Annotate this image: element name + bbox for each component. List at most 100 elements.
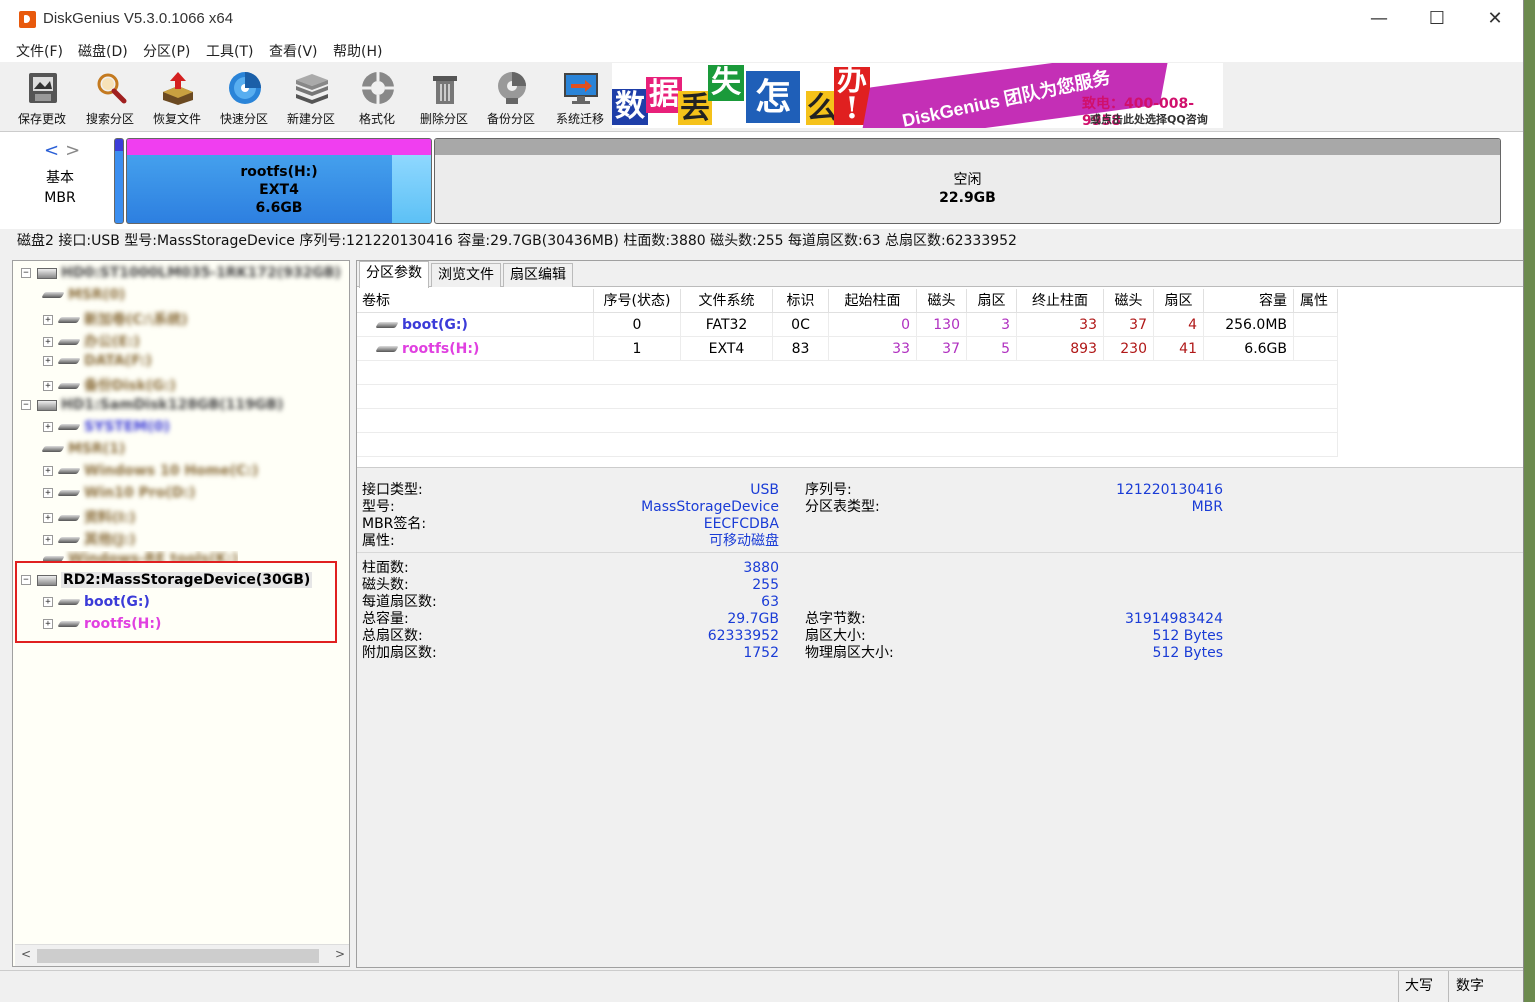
backup-partition-label: 备份分区 bbox=[486, 112, 535, 126]
format-label: 格式化 bbox=[358, 112, 395, 126]
partition-icon bbox=[57, 621, 81, 627]
rootfs-segment-size: 6.6GB bbox=[255, 200, 303, 216]
label-total-sectors: 总扇区数: bbox=[362, 628, 423, 644]
label-extra-sectors: 附加扇区数: bbox=[362, 645, 437, 661]
col-size[interactable]: 容量 bbox=[1204, 289, 1294, 313]
scrollbar-thumb[interactable] bbox=[37, 949, 319, 963]
menu-partition[interactable]: 分区(P) bbox=[143, 41, 190, 61]
menu-disk[interactable]: 磁盘(D) bbox=[78, 41, 128, 61]
save-changes-button[interactable]: 保存更改 bbox=[9, 66, 75, 128]
menu-tools[interactable]: 工具(T) bbox=[206, 41, 253, 61]
tree-disk0-part-1[interactable]: + 新加卷(C:\系统) bbox=[43, 309, 188, 329]
tree-disk2-part-boot[interactable]: + boot(G:) bbox=[43, 594, 150, 614]
col-attr[interactable]: 属性 bbox=[1294, 289, 1338, 313]
menu-file[interactable]: 文件(F) bbox=[16, 41, 63, 61]
tree-disk0[interactable]: − HD0:ST1000LM035-1RK172(932GB) bbox=[21, 265, 341, 285]
scroll-right-icon[interactable]: > bbox=[335, 947, 345, 961]
table-row[interactable]: rootfs(H:) bbox=[357, 337, 594, 361]
menu-help[interactable]: 帮助(H) bbox=[333, 41, 382, 61]
tab-partition-params[interactable]: 分区参数 bbox=[359, 261, 429, 288]
next-disk-icon[interactable]: > bbox=[65, 140, 80, 161]
backup-icon bbox=[498, 72, 526, 104]
tree-disk1-part-3[interactable]: + Win10 Pro(D:) bbox=[43, 485, 195, 505]
expand-icon[interactable]: + bbox=[43, 337, 53, 347]
collapse-icon[interactable]: − bbox=[21, 400, 31, 410]
quick-partition-button[interactable]: 快速分区 bbox=[211, 66, 277, 128]
partition-icon bbox=[57, 537, 81, 543]
value-model: MassStorageDevice bbox=[641, 499, 779, 515]
tree-disk0-part-0[interactable]: MSR(0) bbox=[41, 287, 125, 307]
support-banner[interactable]: 数 据 丢 失 怎 么 办! DiskGenius 团队为您服务 致电：400-… bbox=[612, 63, 1223, 128]
system-migration-button[interactable]: 系统迁移 bbox=[547, 66, 613, 128]
close-button[interactable]: ✕ bbox=[1472, 4, 1518, 34]
partition-table: 卷标 序号(状态) 文件系统 标识 起始柱面 磁头 扇区 终止柱面 磁头 扇区 … bbox=[357, 289, 1523, 467]
boot-partition-segment[interactable] bbox=[114, 138, 124, 224]
row-rootfs-end-cyl: 893 bbox=[1017, 337, 1104, 361]
expand-icon[interactable]: + bbox=[43, 466, 53, 476]
col-start-head[interactable]: 磁头 bbox=[917, 289, 967, 313]
partition-icon bbox=[57, 424, 81, 430]
tree-disk0-part-2[interactable]: + 办公(E:) bbox=[43, 331, 140, 351]
tab-browse-files[interactable]: 浏览文件 bbox=[431, 263, 501, 287]
minimize-button[interactable]: — bbox=[1356, 4, 1402, 34]
expand-icon[interactable]: + bbox=[43, 513, 53, 523]
tree-disk1[interactable]: − HD1:SamDisk128GB(119GB) bbox=[21, 397, 283, 417]
banner-qq-link[interactable]: 或点击此处选择QQ咨询 bbox=[1090, 111, 1208, 127]
col-index[interactable]: 序号(状态) bbox=[594, 289, 681, 313]
value-mbr-signature: EECFCDBA bbox=[703, 516, 779, 532]
collapse-icon[interactable]: − bbox=[21, 268, 31, 278]
disk-tree-pane: − HD0:ST1000LM035-1RK172(932GB) MSR(0) + 新… bbox=[12, 260, 350, 967]
empty-row bbox=[357, 385, 1338, 409]
new-partition-button[interactable]: 新建分区 bbox=[278, 66, 344, 128]
table-row[interactable]: boot(G:) bbox=[357, 313, 594, 337]
tree-disk1-part-5[interactable]: + 其他(J:) bbox=[43, 529, 136, 549]
banner-char-3: 丢 bbox=[678, 91, 712, 126]
menu-view[interactable]: 查看(V) bbox=[269, 41, 318, 61]
window-title: DiskGenius V5.3.0.1066 x64 bbox=[43, 10, 234, 27]
tree-disk0-part-4[interactable]: + 备份Disk(G:) bbox=[43, 375, 176, 395]
tree-disk1-part-4[interactable]: + 资料(I:) bbox=[43, 507, 136, 527]
col-end-head[interactable]: 磁头 bbox=[1104, 289, 1154, 313]
row-boot-size: 256.0MB bbox=[1204, 313, 1294, 337]
tree-disk1-part-1[interactable]: MSR(1) bbox=[41, 441, 125, 461]
backup-partition-button[interactable]: 备份分区 bbox=[478, 66, 544, 128]
tree-disk1-part-2[interactable]: + Windows 10 Home(C:) bbox=[43, 463, 258, 483]
expand-icon[interactable]: + bbox=[43, 315, 53, 325]
expand-icon[interactable]: + bbox=[43, 488, 53, 498]
migrate-icon bbox=[564, 73, 598, 104]
col-filesystem[interactable]: 文件系统 bbox=[681, 289, 773, 313]
delete-partition-button[interactable]: 删除分区 bbox=[411, 66, 477, 128]
tree-horizontal-scrollbar[interactable]: < > bbox=[15, 944, 349, 966]
partition-icon bbox=[57, 383, 81, 389]
col-end-cyl[interactable]: 终止柱面 bbox=[1017, 289, 1104, 313]
expand-icon[interactable]: + bbox=[43, 356, 53, 366]
partition-icon bbox=[57, 515, 81, 521]
scroll-left-icon[interactable]: < bbox=[21, 947, 31, 961]
format-button[interactable]: 格式化 bbox=[344, 66, 410, 128]
tree-disk2-part-rootfs[interactable]: + rootfs(H:) bbox=[43, 616, 161, 636]
search-partition-button[interactable]: 搜索分区 bbox=[77, 66, 143, 128]
recover-files-button[interactable]: 恢复文件 bbox=[144, 66, 210, 128]
col-start-sector[interactable]: 扇区 bbox=[967, 289, 1017, 313]
expand-icon[interactable]: + bbox=[43, 535, 53, 545]
tree-disk2[interactable]: − RD2:MassStorageDevice(30GB) bbox=[21, 572, 313, 592]
free-space-segment[interactable]: 空闲 22.9GB bbox=[434, 138, 1501, 224]
col-end-sector[interactable]: 扇区 bbox=[1154, 289, 1204, 313]
collapse-icon[interactable]: − bbox=[21, 575, 31, 585]
expand-icon[interactable]: + bbox=[43, 597, 53, 607]
label-mbr-signature: MBR签名: bbox=[362, 516, 427, 532]
col-id[interactable]: 标识 bbox=[773, 289, 829, 313]
expand-icon[interactable]: + bbox=[43, 619, 53, 629]
col-start-cyl[interactable]: 起始柱面 bbox=[829, 289, 917, 313]
col-volume[interactable]: 卷标 bbox=[357, 289, 594, 313]
new-partition-label: 新建分区 bbox=[286, 112, 335, 126]
tree-disk1-part-0[interactable]: + SYSTEM(0) bbox=[43, 419, 170, 439]
expand-icon[interactable]: + bbox=[43, 381, 53, 391]
tab-sector-edit[interactable]: 扇区编辑 bbox=[503, 263, 573, 287]
tree-disk0-part-3[interactable]: + DATA(F:) bbox=[43, 353, 152, 373]
tree-disk0-part-2-label: 办公(E:) bbox=[84, 334, 140, 350]
prev-disk-icon[interactable]: < bbox=[44, 140, 59, 161]
expand-icon[interactable]: + bbox=[43, 422, 53, 432]
maximize-button[interactable]: ☐ bbox=[1414, 4, 1460, 34]
rootfs-partition-segment[interactable]: rootfs(H:) EXT4 6.6GB bbox=[126, 138, 432, 224]
